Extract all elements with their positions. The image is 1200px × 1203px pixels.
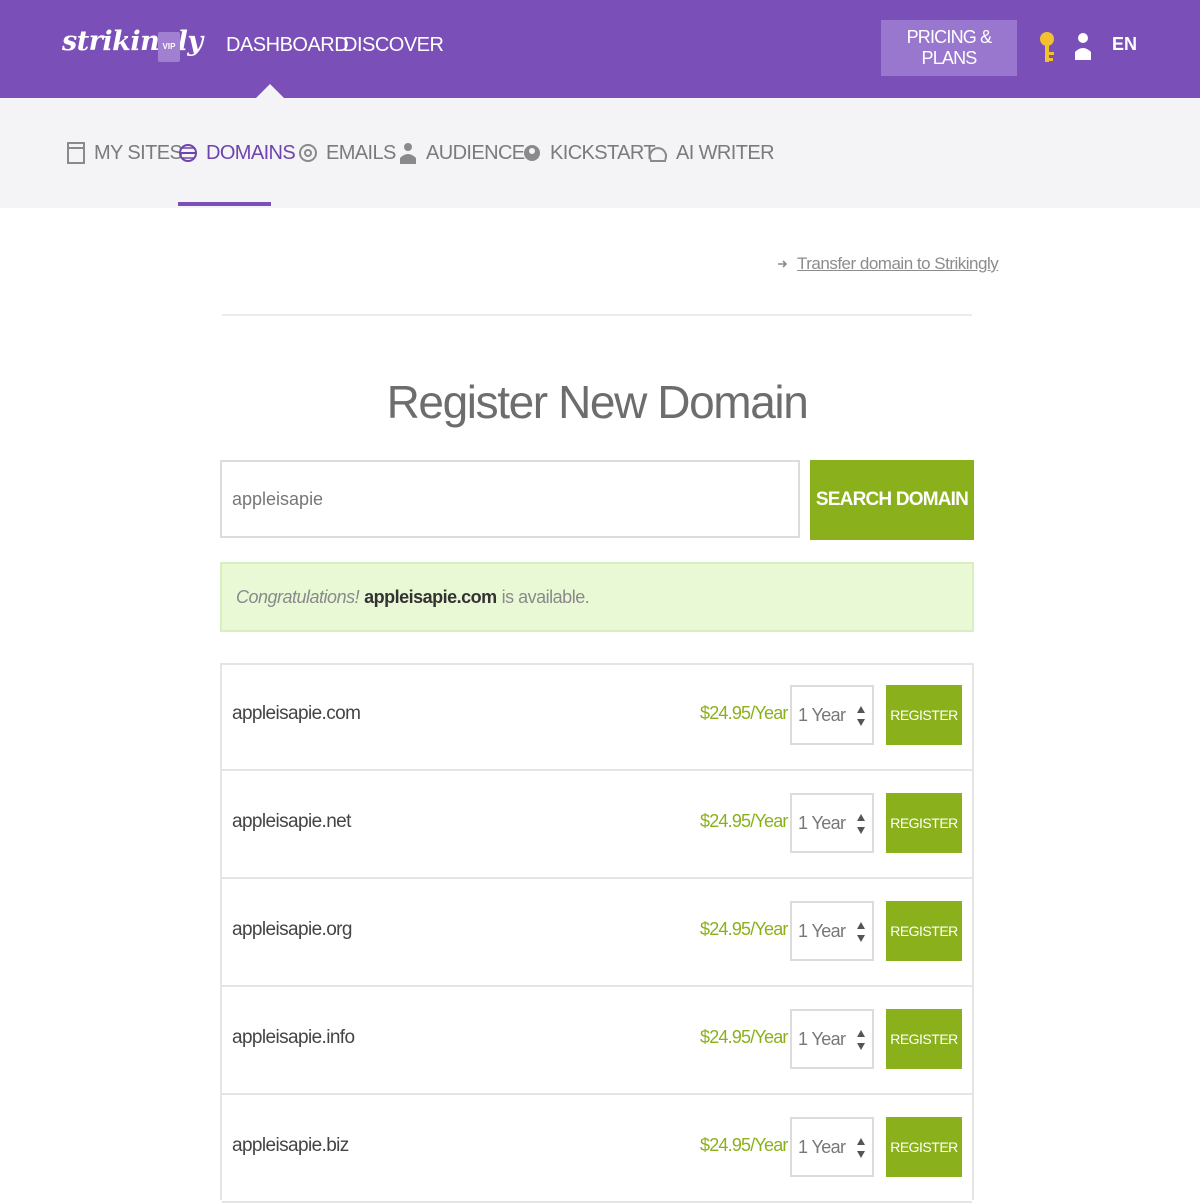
domain-name: appleisapie.biz <box>232 1135 349 1156</box>
term-value: 1 Year <box>798 1028 846 1049</box>
domain-price: $24.95/Year <box>700 811 788 831</box>
domain-price: $24.95/Year <box>700 1027 788 1047</box>
register-button[interactable]: REGISTER <box>886 793 962 853</box>
domain-row: appleisapie.biz $24.95/Year 1 Year REGIS… <box>222 1097 972 1203</box>
subnav-label: AUDIENCE <box>426 141 525 164</box>
availability-alert: Congratulations! appleisapie.com is avai… <box>220 562 974 632</box>
sub-nav: MY SITES DOMAINS EMAILS AUDIENCE KICKSTA… <box>0 98 1200 208</box>
domain-price: $24.95/Year <box>700 703 788 723</box>
divider <box>222 314 972 316</box>
term-value: 1 Year <box>798 704 846 725</box>
register-button[interactable]: REGISTER <box>886 1117 962 1177</box>
domain-row: appleisapie.net $24.95/Year 1 Year REGIS… <box>222 773 972 879</box>
term-select[interactable]: 1 Year <box>790 901 874 961</box>
vip-badge: VIP <box>158 32 180 62</box>
subnav-label: KICKSTART <box>550 141 656 164</box>
transfer-link-text: Transfer domain to Strikingly <box>797 254 999 273</box>
subnav-label: MY SITES <box>94 141 183 164</box>
select-arrows-icon <box>857 706 865 726</box>
domain-row: appleisapie.org $24.95/Year 1 Year REGIS… <box>222 881 972 987</box>
globe-icon <box>179 144 197 162</box>
register-button[interactable]: REGISTER <box>886 685 962 745</box>
strikingly-logo[interactable]: strikingly <box>62 26 203 57</box>
page-icon <box>67 142 85 164</box>
term-select[interactable]: 1 Year <box>790 793 874 853</box>
select-arrows-icon <box>857 1030 865 1050</box>
at-icon <box>299 144 317 162</box>
key-icon[interactable] <box>1036 30 1058 66</box>
domain-name: appleisapie.org <box>232 919 352 940</box>
user-icon[interactable] <box>1072 30 1094 66</box>
select-arrows-icon <box>857 1138 865 1158</box>
domain-name: appleisapie.net <box>232 811 351 832</box>
subnav-item-kickstart[interactable]: KICKSTART <box>522 140 656 166</box>
alert-domain: appleisapie.com <box>364 586 497 607</box>
domain-row: appleisapie.info $24.95/Year 1 Year REGI… <box>222 989 972 1095</box>
language-selector[interactable]: EN <box>1112 34 1137 55</box>
domain-name: appleisapie.info <box>232 1027 355 1048</box>
search-domain-button[interactable]: SEARCH DOMAIN <box>810 460 974 540</box>
top-bar: strikingly VIP DASHBOARD DISCOVER PRICIN… <box>0 0 1200 98</box>
ai-writer-icon <box>649 147 667 162</box>
alert-prefix: Congratulations! <box>236 586 360 607</box>
domain-search-input[interactable] <box>220 460 800 538</box>
active-nav-caret <box>256 84 284 98</box>
subnav-item-domains[interactable]: DOMAINS <box>178 140 296 166</box>
term-select[interactable]: 1 Year <box>790 1009 874 1069</box>
select-arrows-icon <box>857 814 865 834</box>
page-title: Register New Domain <box>386 376 809 428</box>
pricing-plans-button[interactable]: PRICING & PLANS <box>881 20 1017 76</box>
select-arrows-icon <box>857 922 865 942</box>
term-value: 1 Year <box>798 1136 846 1157</box>
people-icon <box>400 143 416 164</box>
domain-name: appleisapie.com <box>232 703 361 724</box>
domain-results-list: appleisapie.com $24.95/Year 1 Year REGIS… <box>220 663 974 1203</box>
domain-price: $24.95/Year <box>700 1135 788 1155</box>
register-button[interactable]: REGISTER <box>886 1009 962 1069</box>
transfer-domain-link[interactable]: Transfer domain to Strikingly <box>777 254 999 274</box>
subnav-label: DOMAINS <box>206 141 296 164</box>
register-button[interactable]: REGISTER <box>886 901 962 961</box>
subnav-item-my-sites[interactable]: MY SITES <box>66 140 183 166</box>
alert-suffix: is available. <box>501 586 590 607</box>
term-select[interactable]: 1 Year <box>790 685 874 745</box>
subnav-item-audience[interactable]: AUDIENCE <box>398 140 525 166</box>
term-value: 1 Year <box>798 812 846 833</box>
subnav-label: EMAILS <box>326 141 396 164</box>
active-tab-underline <box>178 202 271 206</box>
domain-price: $24.95/Year <box>700 919 788 939</box>
nav-discover[interactable]: DISCOVER <box>343 34 444 57</box>
term-value: 1 Year <box>798 920 846 941</box>
subnav-item-emails[interactable]: EMAILS <box>298 140 396 166</box>
subnav-label: AI WRITER <box>676 141 775 164</box>
rocket-icon <box>524 145 540 161</box>
subnav-item-ai-writer[interactable]: AI WRITER <box>648 140 775 166</box>
arrow-icon <box>778 260 787 268</box>
term-select[interactable]: 1 Year <box>790 1117 874 1177</box>
domain-row: appleisapie.com $24.95/Year 1 Year REGIS… <box>222 665 972 771</box>
nav-dashboard[interactable]: DASHBOARD <box>226 34 349 57</box>
